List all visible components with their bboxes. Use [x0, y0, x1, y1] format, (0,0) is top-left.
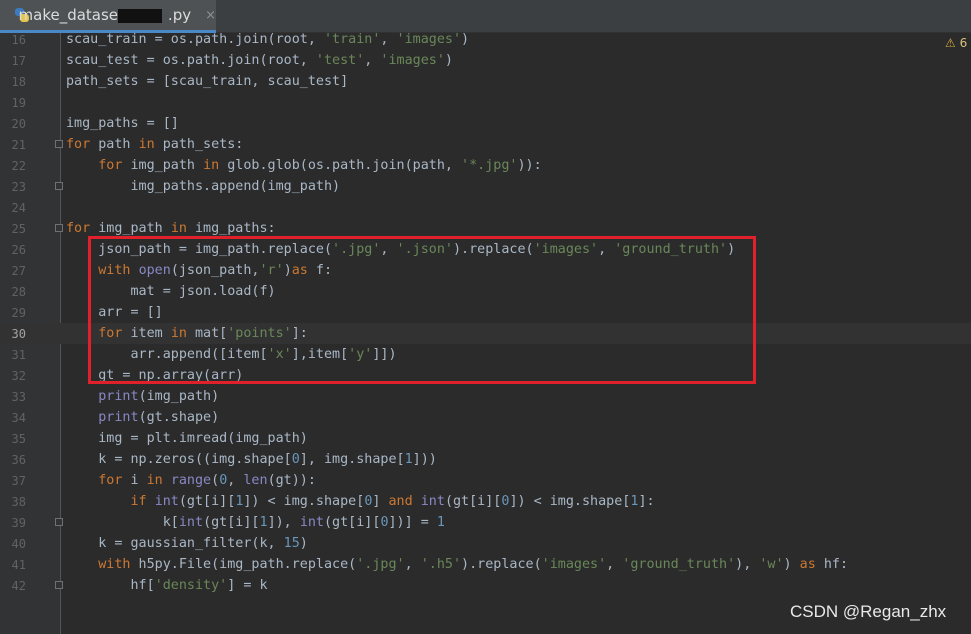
redacted-block [117, 9, 162, 23]
code-line[interactable]: 35 img = plt.imread(img_path) [0, 428, 971, 449]
code-line[interactable]: 39 k[int(gt[i][1]), int(gt[i][0])] = 1 [0, 512, 971, 533]
line-number: 42 [11, 578, 26, 593]
code-text: print(img_path) [98, 389, 220, 404]
fold-marker-icon[interactable] [55, 224, 63, 232]
line-number: 17 [11, 53, 26, 68]
code-line[interactable]: 24 [0, 197, 971, 218]
code-line[interactable]: 17 scau_test = os.path.join(root, 'test',… [0, 50, 971, 71]
code-line[interactable]: 36 k = np.zeros((img.shape[0], img.shape… [0, 449, 971, 470]
fold-marker-icon[interactable] [55, 140, 63, 148]
line-number: 37 [11, 473, 26, 488]
code-text: print(gt.shape) [98, 410, 220, 425]
code-line[interactable]: 19 [0, 92, 971, 113]
code-text: k = gaussian_filter(k, 15) [66, 536, 308, 551]
tab-filename-base: make_dataset [18, 6, 124, 24]
code-line[interactable]: 33 print(img_path) [0, 386, 971, 407]
line-number: 36 [11, 452, 26, 467]
code-text: hf['density'] = k [66, 578, 268, 593]
tab-filename: make_dataset .py [19, 6, 192, 24]
code-line[interactable]: 23 img_paths.append(img_path) [0, 176, 971, 197]
code-text: img_paths.append(img_path) [66, 179, 341, 194]
python-file-icon [14, 7, 29, 23]
highlight-annotation-box [88, 236, 756, 384]
code-text: k = np.zeros((img.shape[0], img.shape[1]… [66, 452, 437, 467]
line-number: 19 [11, 95, 26, 110]
code-text: if int(gt[i][1]) < img.shape[0] and int(… [130, 494, 655, 509]
code-text: with h5py.File(img_path.replace('.jpg', … [98, 557, 849, 572]
code-line[interactable]: 40 k = gaussian_filter(k, 15) [0, 533, 971, 554]
code-text: k[int(gt[i][1]), int(gt[i][0])] = 1 [66, 515, 445, 530]
code-text: for img_path in glob.glob(os.path.join(p… [98, 158, 542, 173]
code-line[interactable]: 22 for img_path in glob.glob(os.path.joi… [0, 155, 971, 176]
code-line[interactable]: 37 for i in range(0, len(gt)): [0, 470, 971, 491]
code-line[interactable]: 38 if int(gt[i][1]) < img.shape[0] and i… [0, 491, 971, 512]
code-line[interactable]: 41 with h5py.File(img_path.replace('.jpg… [0, 554, 971, 575]
line-number: 22 [11, 158, 26, 173]
code-line[interactable]: 21 for path in path_sets: [0, 134, 971, 155]
code-line[interactable]: 16 scau_train = os.path.join(root, 'train… [0, 29, 971, 50]
watermark: CSDN @Regan_zhx [790, 602, 947, 621]
code-text: img = plt.imread(img_path) [66, 431, 308, 446]
fold-marker-icon[interactable] [55, 182, 63, 190]
line-number: 23 [11, 179, 26, 194]
fold-marker-icon[interactable] [55, 581, 63, 589]
code-text: scau_train = os.path.join(root, 'train',… [66, 32, 470, 47]
line-number: 30 [11, 326, 26, 341]
line-number: 16 [11, 32, 26, 47]
tab-filename-ext: .py [167, 6, 192, 24]
fold-marker-icon[interactable] [55, 518, 63, 526]
line-number: 41 [11, 557, 26, 572]
line-number: 27 [11, 263, 26, 278]
line-number: 32 [11, 368, 26, 383]
line-number: 24 [11, 200, 26, 215]
code-text: img_paths = [] [66, 116, 179, 131]
code-line[interactable]: 20 img_paths = [] [0, 113, 971, 134]
line-number: 25 [11, 221, 26, 236]
code-line[interactable]: 34 print(gt.shape) [0, 407, 971, 428]
line-number: 34 [11, 410, 26, 425]
line-number: 35 [11, 431, 26, 446]
line-number: 31 [11, 347, 26, 362]
line-number: 39 [11, 515, 26, 530]
code-text: for path in path_sets: [66, 137, 244, 152]
code-line[interactable]: 42 hf['density'] = k [0, 575, 971, 596]
close-tab-icon[interactable]: × [205, 8, 216, 23]
line-number: 33 [11, 389, 26, 404]
line-number: 20 [11, 116, 26, 131]
code-text: scau_test = os.path.join(root, 'test', '… [66, 53, 453, 68]
line-number: 21 [11, 137, 26, 152]
line-number: 26 [11, 242, 26, 257]
line-number: 29 [11, 305, 26, 320]
code-text: path_sets = [scau_train, scau_test] [66, 74, 349, 89]
line-number: 40 [11, 536, 26, 551]
line-number: 38 [11, 494, 26, 509]
code-line[interactable]: 18 path_sets = [scau_train, scau_test] [0, 71, 971, 92]
code-text: for i in range(0, len(gt)): [98, 473, 316, 488]
line-number: 28 [11, 284, 26, 299]
line-number: 18 [11, 74, 26, 89]
